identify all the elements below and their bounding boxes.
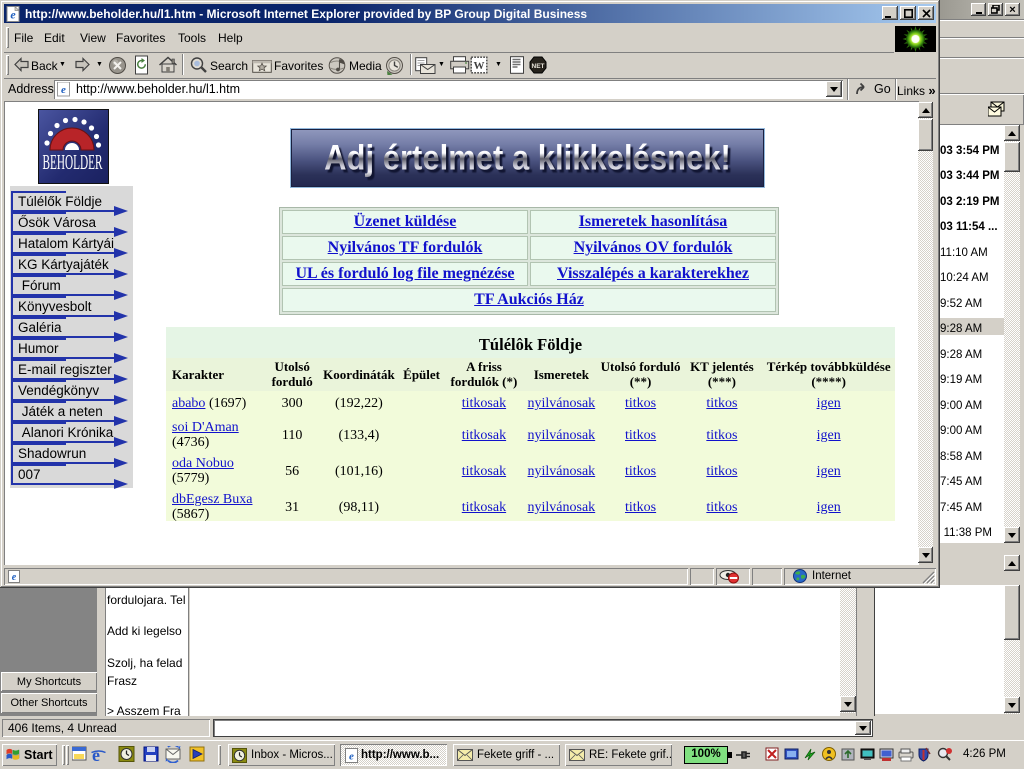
svg-text:W: W — [474, 60, 485, 72]
svg-text:e: e — [12, 572, 17, 583]
svg-text:e: e — [349, 750, 354, 762]
svg-text:e: e — [61, 84, 66, 96]
svg-text:e: e — [92, 746, 100, 763]
svg-text:BEHOLDER: BEHOLDER — [43, 151, 103, 175]
svg-text:e: e — [10, 7, 16, 21]
svg-text:NET: NET — [532, 63, 545, 70]
